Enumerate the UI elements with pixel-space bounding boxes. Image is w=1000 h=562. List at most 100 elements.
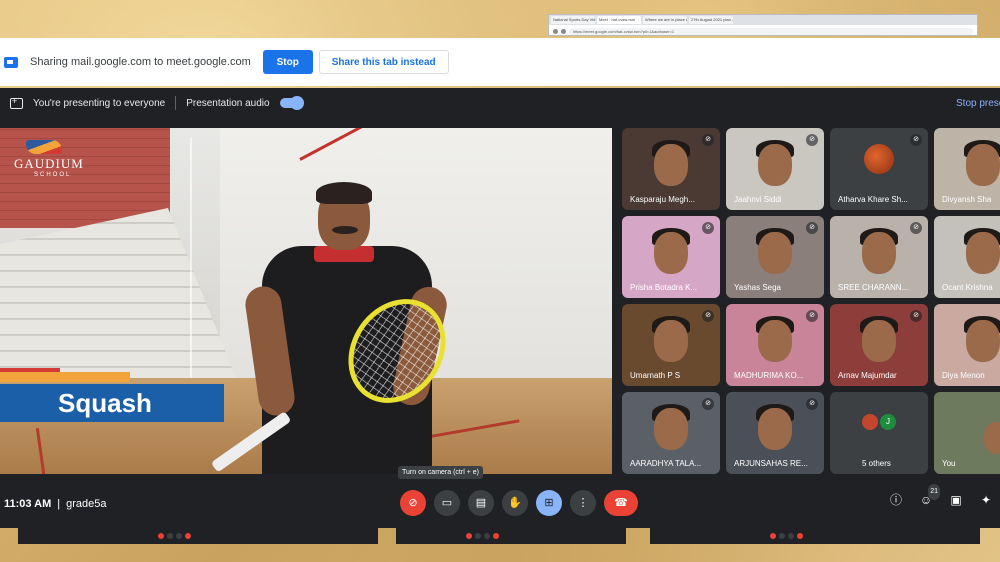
caption-accent xyxy=(0,372,130,382)
browser-tab[interactable]: National Sports Day Video xyxy=(551,16,595,24)
reload-icon[interactable] xyxy=(561,28,566,34)
participant-tile[interactable]: ⊘ Kasparaju Megh... xyxy=(622,128,720,210)
mic-off-icon: ⊘ xyxy=(806,134,818,146)
chat-icon[interactable]: ▣ xyxy=(948,492,964,508)
strip-controls xyxy=(770,533,803,539)
browser-tab-active[interactable]: Meet - hat-cvsw-rsm xyxy=(597,16,641,24)
side-controls: ⓘ ☺ 21 ▣ ✦ xyxy=(888,484,994,508)
participant-face xyxy=(862,320,896,362)
stop-sharing-button[interactable]: Stop xyxy=(262,50,313,74)
browser-tab[interactable]: 27th August 2021 plan - Google xyxy=(689,16,733,24)
stop-presenting-button[interactable]: Stop presenting xyxy=(956,98,1000,109)
self-tile[interactable]: You xyxy=(934,392,1000,474)
participant-name: Atharva Khare Sh... xyxy=(838,195,908,204)
camera-tooltip: Turn on camera (ctrl + e) xyxy=(398,466,483,479)
strip-controls xyxy=(466,533,499,539)
participant-name: Prisha Botadra K... xyxy=(630,283,698,292)
people-icon[interactable]: ☺ 21 xyxy=(918,484,940,508)
strip-dot xyxy=(770,533,776,539)
address-bar[interactable]: https://meet.google.com/hat-cvsw-rsm?pli… xyxy=(569,27,973,35)
participant-face xyxy=(966,144,1000,186)
presenting-icon xyxy=(10,96,23,109)
participant-tile[interactable]: ⊘ Umarnath P S xyxy=(622,304,720,386)
mic-off-icon: ⊘ xyxy=(910,134,922,146)
strip-dot xyxy=(167,533,173,539)
self-label: You xyxy=(942,459,956,468)
participant-tile[interactable]: ⊘ Atharva Khare Sh... xyxy=(830,128,928,210)
mic-off-icon: ⊘ xyxy=(702,398,714,410)
participant-tile[interactable]: Diya Menon xyxy=(934,304,1000,386)
mic-off-icon: ⊘ xyxy=(702,310,714,322)
participant-name: SREE CHARANN... xyxy=(838,283,909,292)
mic-off-icon: ⊘ xyxy=(806,398,818,410)
mic-off-icon: ⊘ xyxy=(806,222,818,234)
coach-hair xyxy=(316,182,372,204)
participant-tile[interactable]: ⊘ ARJUNSAHAS RE... xyxy=(726,392,824,474)
participant-tile[interactable]: ⊘ Yashas Sega xyxy=(726,216,824,298)
mirror-window-strip xyxy=(650,528,980,544)
logo-school: SCHOOL xyxy=(34,172,72,178)
participant-face xyxy=(654,232,688,274)
participant-avatar: J xyxy=(880,414,896,430)
presenting-status: You're presenting to everyone xyxy=(33,97,166,109)
participant-tile-others[interactable]: J 5 others xyxy=(830,392,928,474)
participant-tile[interactable]: ⊘ Jaahnvi Siddi xyxy=(726,128,824,210)
presentation-audio-toggle[interactable] xyxy=(279,96,304,110)
address-row: https://meet.google.com/hat-cvsw-rsm?pli… xyxy=(549,25,977,35)
bleachers xyxy=(0,208,240,388)
presenting-bar: You're presenting to everyone Presentati… xyxy=(0,88,1000,118)
participant-tile[interactable]: Divyansh Sha xyxy=(934,128,1000,210)
strip-dot xyxy=(185,533,191,539)
logo-flag-icon xyxy=(26,140,62,154)
participant-tile[interactable]: ⊘ Arnav Majumdar xyxy=(830,304,928,386)
coach-figure xyxy=(210,182,466,474)
strip-dot xyxy=(176,533,182,539)
coach-mustache xyxy=(332,226,358,234)
divider xyxy=(175,96,177,110)
participant-face xyxy=(966,232,1000,274)
info-icon[interactable]: ⓘ xyxy=(888,492,904,508)
strip-controls xyxy=(158,533,191,539)
mirror-window-strip xyxy=(396,528,626,544)
participant-face xyxy=(654,320,688,362)
participant-name: AARADHYA TALA... xyxy=(630,459,702,468)
captions-icon[interactable]: ▤ xyxy=(468,490,494,516)
more-icon[interactable]: ⋮ xyxy=(570,490,596,516)
participant-face xyxy=(862,232,896,274)
participant-face xyxy=(984,422,1000,454)
browser-tab[interactable]: Where we are in place and time xyxy=(643,16,687,24)
participant-name: Umarnath P S xyxy=(630,371,681,380)
share-this-tab-button[interactable]: Share this tab instead xyxy=(318,50,449,74)
participant-name: Jaahnvi Siddi xyxy=(734,195,782,204)
participant-face xyxy=(758,232,792,274)
activities-icon[interactable]: ✦ xyxy=(978,492,994,508)
browser-window-thumbnail: National Sports Day Video Meet - hat-cvs… xyxy=(548,14,978,36)
mirror-window-strip xyxy=(18,528,378,544)
logo-name: GAUDIUM xyxy=(14,156,84,171)
strip-dot xyxy=(779,533,785,539)
strip-dot xyxy=(797,533,803,539)
participant-grid: ⊘ Kasparaju Megh... ⊘ Jaahnvi Siddi ⊘ At… xyxy=(622,128,1000,474)
present-icon[interactable]: ⊞ xyxy=(536,490,562,516)
participant-tile[interactable]: ⊘ SREE CHARANN... xyxy=(830,216,928,298)
meeting-controls: 11:03 AM | grade5a Turn on camera (ctrl … xyxy=(0,466,1000,528)
call-controls: ⊘ ▭ ▤ ✋ ⊞ ⋮ ☎ xyxy=(400,490,638,516)
video-caption: Squash xyxy=(0,384,224,422)
browser-tabs: National Sports Day Video Meet - hat-cvs… xyxy=(549,15,977,25)
participant-face xyxy=(758,320,792,362)
participant-tile[interactable]: ⊘ AARADHYA TALA... xyxy=(622,392,720,474)
back-icon[interactable] xyxy=(553,28,558,34)
camera-icon[interactable]: ▭ xyxy=(434,490,460,516)
participant-tile[interactable]: Ocant Krishna xyxy=(934,216,1000,298)
raise-hand-icon[interactable]: ✋ xyxy=(502,490,528,516)
participant-tile[interactable]: ⊘ MADHURIMA KO... xyxy=(726,304,824,386)
end-call-icon[interactable]: ☎ xyxy=(604,490,638,516)
mic-off-icon: ⊘ xyxy=(702,134,714,146)
mic-off-icon[interactable]: ⊘ xyxy=(400,490,426,516)
participant-tile[interactable]: ⊘ Prisha Botadra K... xyxy=(622,216,720,298)
mic-off-icon: ⊘ xyxy=(910,310,922,322)
school-logo: GAUDIUM SCHOOL xyxy=(14,140,94,178)
participant-name: Diya Menon xyxy=(942,371,985,380)
presentation-video: GAUDIUM SCHOOL Squash xyxy=(0,128,612,474)
strip-dot xyxy=(484,533,490,539)
